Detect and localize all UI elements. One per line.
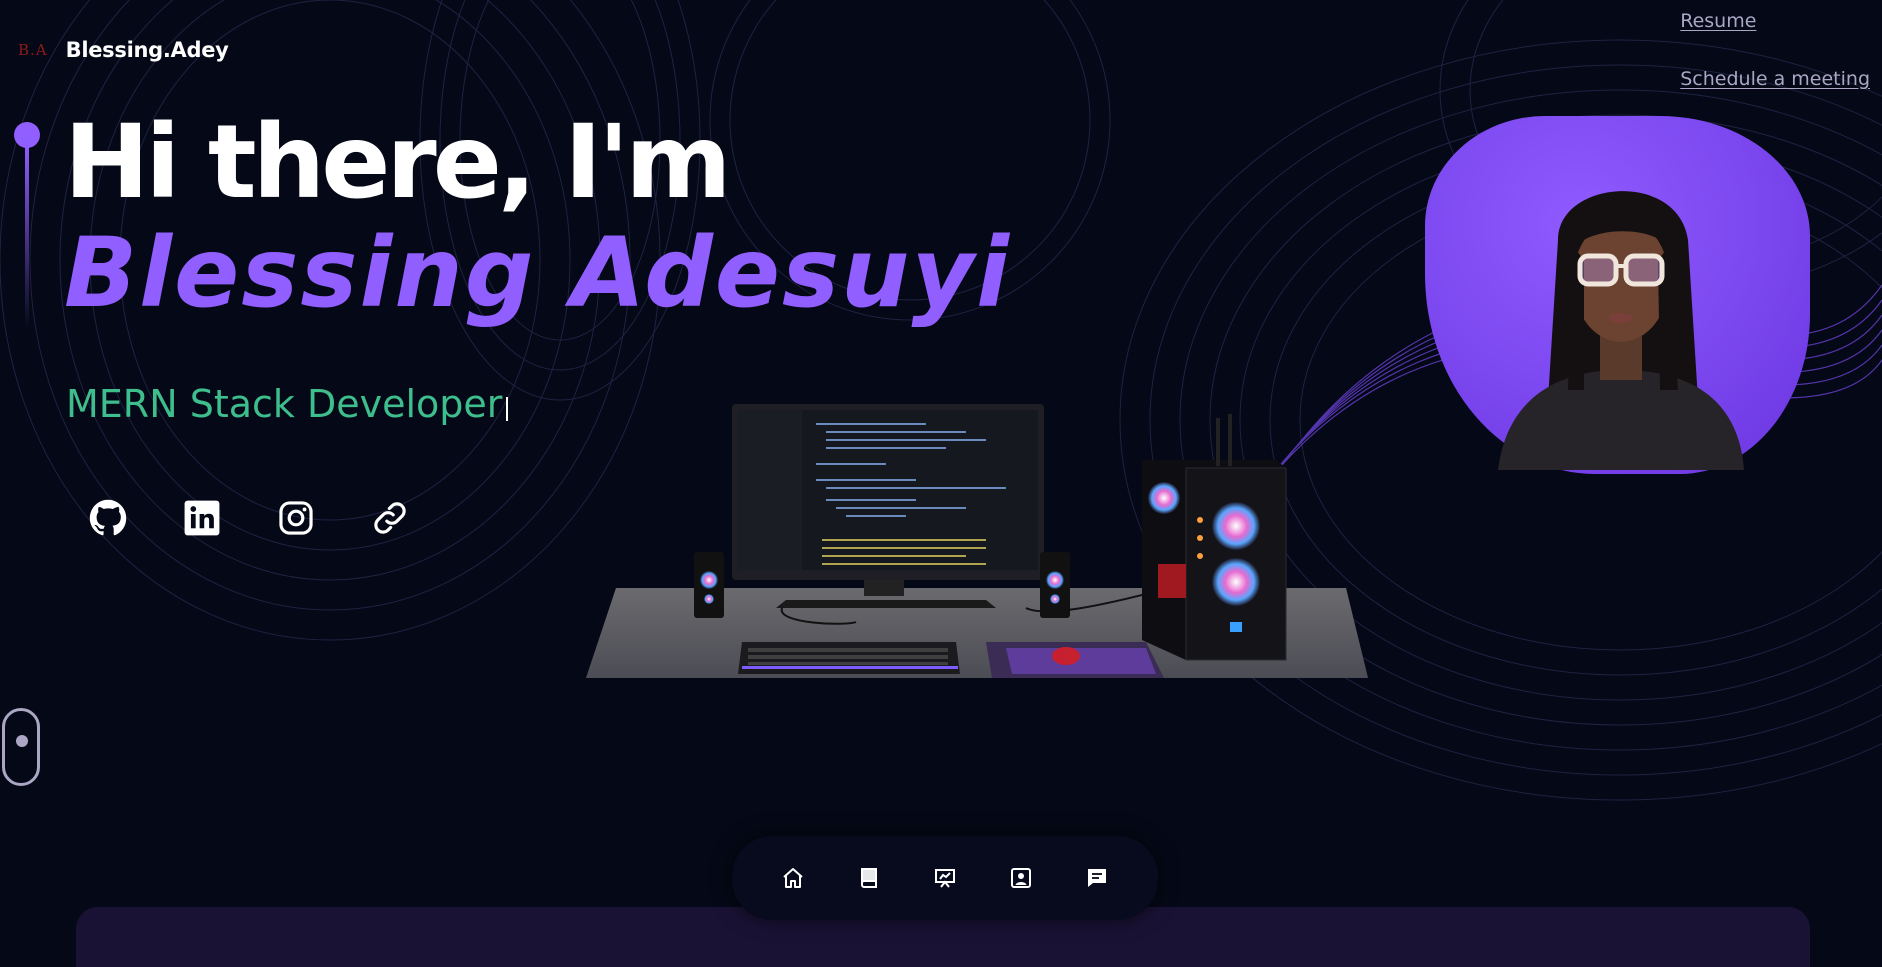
github-link[interactable] [84,494,132,542]
hero-greeting: Hi there, I'm [64,103,732,222]
instagram-icon [279,501,313,535]
hero-rail-line [25,144,29,330]
dock-contact-button[interactable] [1082,863,1112,893]
instagram-link[interactable] [272,494,320,542]
book-icon [861,868,877,888]
role-text: MERN Stack Developer [66,382,503,426]
resume-link[interactable]: Resume [1680,10,1870,32]
dock-profile-button[interactable] [1006,863,1036,893]
link-icon [374,502,406,534]
message-icon [1088,869,1106,887]
scroll-indicator-dot [16,735,28,747]
linkedin-link[interactable] [178,494,226,542]
linkedin-icon [184,500,220,536]
logo-mark: B.A [18,41,48,59]
dock-about-button[interactable] [854,863,884,893]
brand-logo[interactable]: B.A Blessing.Adey [18,38,229,62]
dock-home-button[interactable] [778,863,808,893]
desk-setup-illustration [586,404,1368,678]
profile-avatar [1498,191,1744,470]
brand-name: Blessing.Adey [65,38,229,62]
website-link[interactable] [366,494,414,542]
hero-name: Blessing Adesuyi [64,217,1011,329]
dock-projects-button[interactable] [930,863,960,893]
role-line: MERN Stack Developer [66,382,509,426]
home-icon [783,868,803,888]
scroll-indicator[interactable] [2,708,40,786]
github-icon [89,499,127,536]
schedule-meeting-link[interactable]: Schedule a meeting [1680,68,1870,90]
contact-card-icon [1011,868,1031,888]
typing-cursor [506,397,509,421]
presentation-icon [935,869,955,888]
top-nav: Resume Schedule a meeting [1680,10,1870,90]
bottom-dock-nav [732,836,1158,920]
hero-heading: Hi there, I'm Blessing Adesuyi [64,103,1011,329]
social-links [84,494,414,542]
